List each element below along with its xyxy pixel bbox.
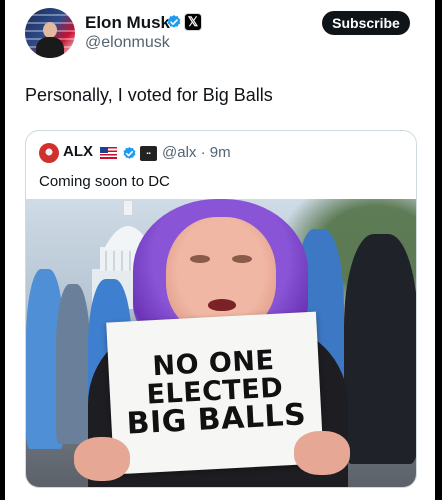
author-avatar[interactable] [25, 8, 75, 58]
right-hand [294, 431, 350, 475]
crowd-person [56, 284, 90, 444]
author-handle[interactable]: @elonmusk [85, 34, 170, 52]
affiliate-badge-icon: ▪▪ [140, 146, 157, 161]
sign-text-line: BIG BALLS [125, 397, 307, 442]
us-flag-icon [100, 147, 117, 159]
author-display-name[interactable]: Elon Musk [85, 13, 170, 33]
quoted-author-avatar[interactable] [39, 143, 59, 163]
mouth [208, 299, 236, 311]
protest-sign: NO ONE ELECTED BIG BALLS [106, 311, 324, 475]
subscribe-button[interactable]: Subscribe [322, 11, 410, 35]
quoted-handle-time[interactable]: @alx · 9m [162, 144, 231, 161]
avatar-torso [36, 37, 64, 58]
avatar-head [43, 22, 57, 38]
verified-badge-icon [123, 146, 136, 159]
quoted-post-text: Coming soon to DC [39, 173, 170, 190]
eye [190, 255, 210, 263]
left-hand [74, 437, 130, 481]
verified-badge-icon [167, 15, 181, 28]
crowd-person [344, 234, 416, 464]
quoted-post[interactable]: ALX ▪▪ @alx · 9m Coming soon to DC NO ON… [25, 130, 417, 488]
post-text: Personally, I voted for Big Balls [25, 85, 273, 105]
quoted-author-name[interactable]: ALX [63, 143, 93, 160]
eye [232, 255, 252, 263]
x-logo-icon[interactable]: 𝕏 [184, 13, 202, 31]
post-card: Elon Musk 𝕏 @elonmusk Subscribe Personal… [5, 0, 435, 500]
quoted-post-image[interactable]: NO ONE ELECTED BIG BALLS [26, 199, 416, 487]
